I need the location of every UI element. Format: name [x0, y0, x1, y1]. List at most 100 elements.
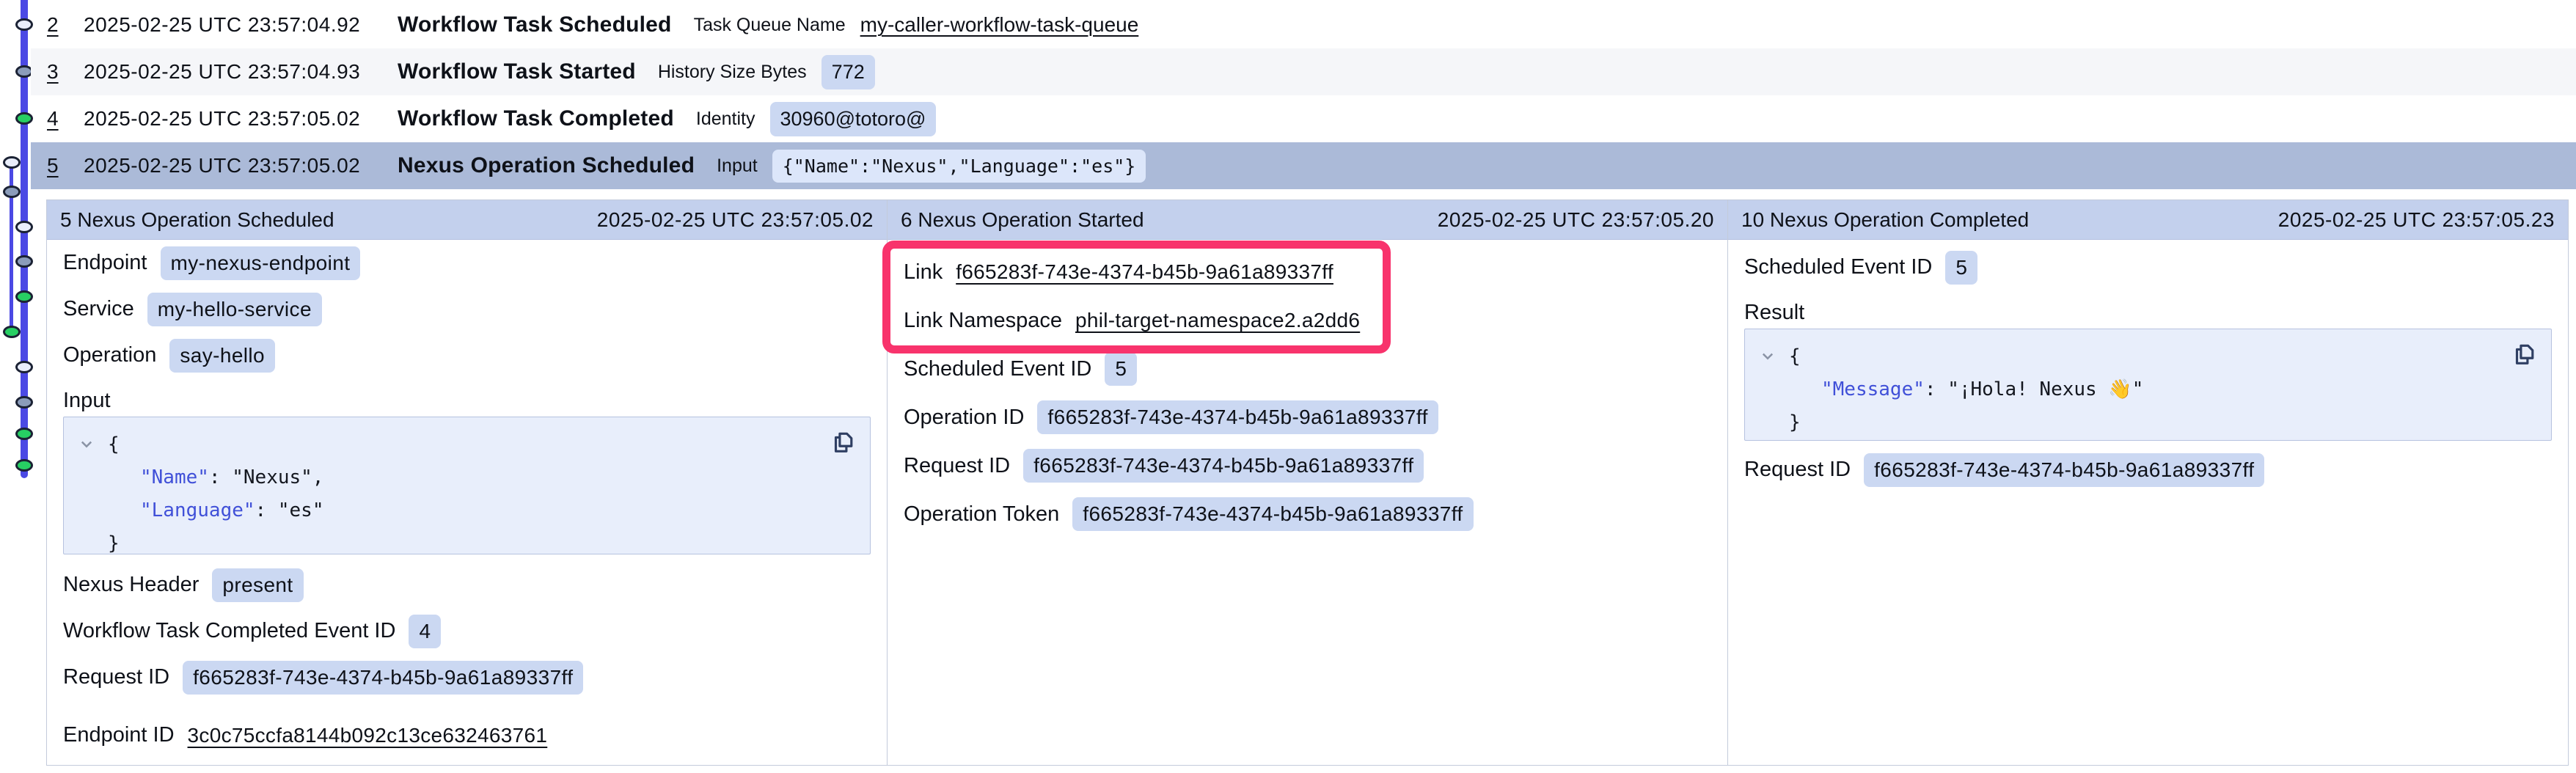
detail-field: Request ID f665283f-743e-4374-b45b-9a61a…: [1744, 447, 2552, 493]
panel-title: 6 Nexus Operation Started: [901, 208, 1144, 232]
detail-field: Link f665283f-743e-4374-b45b-9a61a89337f…: [904, 248, 1711, 296]
field-label: Operation Token: [904, 502, 1059, 527]
detail-field: Operation Token f665283f-743e-4374-b45b-…: [904, 490, 1711, 538]
event-row[interactable]: 5 2025-02-25 UTC 23:57:05.02 Nexus Opera…: [31, 142, 2576, 189]
panel-timestamp: 2025-02-25 UTC 23:57:05.23: [2278, 208, 2555, 232]
detail-field: Request ID f665283f-743e-4374-b45b-9a61a…: [904, 442, 1711, 490]
field-label: Input: [63, 384, 871, 417]
event-detail-label: Input: [717, 155, 758, 177]
workflow-history-view: 2 2025-02-25 UTC 23:57:04.92 Workflow Ta…: [0, 0, 2576, 773]
chevron-down-icon[interactable]: [78, 436, 108, 453]
event-row[interactable]: 4 2025-02-25 UTC 23:57:05.02 Workflow Ta…: [31, 95, 2576, 142]
field-label: Request ID: [904, 454, 1010, 478]
copy-icon[interactable]: [830, 429, 857, 455]
event-row[interactable]: 2 2025-02-25 UTC 23:57:04.92 Workflow Ta…: [31, 1, 2576, 48]
field-label: Link Namespace: [904, 309, 1062, 333]
json-text: {: [1789, 345, 1801, 367]
event-detail-value-badge: {"Name":"Nexus","Language":"es"}: [772, 150, 1146, 183]
json-key: "Name": [140, 466, 209, 488]
json-text: }: [1789, 411, 1801, 433]
json-code-block: { "Message": "¡Hola! Nexus 👋"}: [1744, 329, 2552, 441]
field-value-badge: 5: [1945, 251, 1977, 285]
timeline-event-dot-white: [15, 221, 33, 233]
event-detail-value-badge: 772: [822, 55, 875, 89]
json-code-line: "Name": "Nexus",: [78, 461, 855, 494]
detail-field: Service my-hello-service: [63, 286, 871, 332]
detail-field: Operation say-hello: [63, 332, 871, 378]
copy-icon[interactable]: [2511, 341, 2538, 367]
detail-field: Link Namespace phil-target-namespace2.a2…: [904, 296, 1711, 345]
detail-field: Result { "Message": "¡Hola! Nexus 👋"}: [1744, 296, 2552, 441]
panel-body: Scheduled Event ID 5 Result { "Message": …: [1728, 240, 2568, 765]
json-key: "Message": [1821, 378, 1925, 400]
timeline-event-dot-green: [15, 459, 33, 472]
event-detail-label: Task Queue Name: [694, 15, 846, 36]
field-value-badge: f665283f-743e-4374-b45b-9a61a89337ff: [1864, 453, 2264, 487]
timeline-event-dot-gray: [3, 186, 21, 198]
event-id-link[interactable]: 5: [47, 154, 84, 177]
field-value-badge: my-nexus-endpoint: [161, 246, 361, 280]
detail-field: Workflow Task Completed Event ID 4: [63, 608, 871, 654]
event-timestamp: 2025-02-25 UTC 23:57:05.02: [84, 107, 398, 131]
field-label: Request ID: [63, 665, 169, 689]
json-text: : "es": [255, 499, 324, 521]
detail-field: Scheduled Event ID 5: [1744, 244, 2552, 290]
event-timestamp: 2025-02-25 UTC 23:57:05.02: [84, 154, 398, 177]
panel-title: 5 Nexus Operation Scheduled: [60, 208, 334, 232]
detail-field: Nexus Header present: [63, 562, 871, 608]
field-label: Scheduled Event ID: [1744, 255, 1932, 279]
timeline-event-dot-white: [3, 156, 21, 169]
json-code-line: "Message": "¡Hola! Nexus 👋": [1760, 373, 2536, 406]
json-code-line: {: [1760, 340, 2536, 373]
field-value-badge: present: [212, 568, 303, 602]
timeline-event-dot-gray: [15, 255, 33, 268]
detail-field: Endpoint ID 3c0c75ccfa8144b092c13ce63246…: [63, 712, 871, 758]
field-label: Endpoint ID: [63, 723, 175, 747]
detail-field: Endpoint my-nexus-endpoint: [63, 240, 871, 286]
json-text: }: [108, 532, 120, 554]
field-value-badge: f665283f-743e-4374-b45b-9a61a89337ff: [1072, 497, 1473, 531]
event-rows-list: 2 2025-02-25 UTC 23:57:04.92 Workflow Ta…: [31, 1, 2576, 189]
panel-body: Link f665283f-743e-4374-b45b-9a61a89337f…: [888, 240, 1727, 765]
field-value-link[interactable]: f665283f-743e-4374-b45b-9a61a89337ff: [956, 260, 1333, 284]
chevron-down-icon[interactable]: [1760, 348, 1789, 364]
event-detail-label: History Size Bytes: [658, 62, 807, 83]
field-label: Result: [1744, 296, 2552, 329]
event-detail-panels: 5 Nexus Operation Scheduled 2025-02-25 U…: [46, 199, 2569, 766]
json-text: : "Nexus",: [209, 466, 324, 488]
field-label: Endpoint: [63, 251, 147, 275]
event-timestamp: 2025-02-25 UTC 23:57:04.93: [84, 60, 398, 84]
event-id-link[interactable]: 3: [47, 60, 84, 84]
detail-field: Scheduled Event ID 5: [904, 345, 1711, 393]
field-value-badge: say-hello: [169, 339, 275, 373]
json-code-line: }: [1760, 406, 2536, 439]
event-detail-value-badge: 30960@totoro@: [770, 102, 937, 136]
event-id-link[interactable]: 4: [47, 107, 84, 131]
json-code-line: }: [78, 527, 855, 560]
json-code-block: {"Name": "Nexus","Language": "es"}: [63, 417, 871, 554]
event-id-link[interactable]: 2: [47, 13, 84, 37]
json-key: "Language": [140, 499, 255, 521]
json-code-lines: { "Message": "¡Hola! Nexus 👋"}: [1760, 340, 2536, 439]
event-detail-value-link[interactable]: my-caller-workflow-task-queue: [860, 13, 1139, 37]
field-label: Service: [63, 297, 134, 321]
event-row[interactable]: 3 2025-02-25 UTC 23:57:04.93 Workflow Ta…: [31, 48, 2576, 95]
json-text: : "¡Hola! Nexus 👋": [1925, 378, 2143, 400]
timeline-event-dot-white: [15, 361, 33, 373]
event-timestamp: 2025-02-25 UTC 23:57:04.92: [84, 13, 398, 37]
json-code-lines: {"Name": "Nexus","Language": "es"}: [78, 428, 855, 560]
field-label: Nexus Header: [63, 573, 199, 597]
timeline-event-dot-green: [15, 290, 33, 303]
field-label: Operation ID: [904, 406, 1024, 430]
panel-body: Endpoint my-nexus-endpoint Service my-he…: [47, 240, 887, 765]
field-label: Link: [904, 260, 943, 285]
field-value-link[interactable]: 3c0c75ccfa8144b092c13ce632463761: [188, 724, 548, 747]
field-label: Request ID: [1744, 458, 1851, 482]
field-value-link[interactable]: phil-target-namespace2.a2dd6: [1075, 309, 1360, 332]
event-name: Nexus Operation Scheduled: [398, 153, 695, 178]
timeline-event-dot-green: [15, 428, 33, 440]
timeline-event-dot-gray: [15, 396, 33, 409]
event-detail-panel: 5 Nexus Operation Scheduled 2025-02-25 U…: [47, 200, 887, 765]
detail-field: Request ID f665283f-743e-4374-b45b-9a61a…: [63, 654, 871, 700]
panel-title: 10 Nexus Operation Completed: [1741, 208, 2029, 232]
